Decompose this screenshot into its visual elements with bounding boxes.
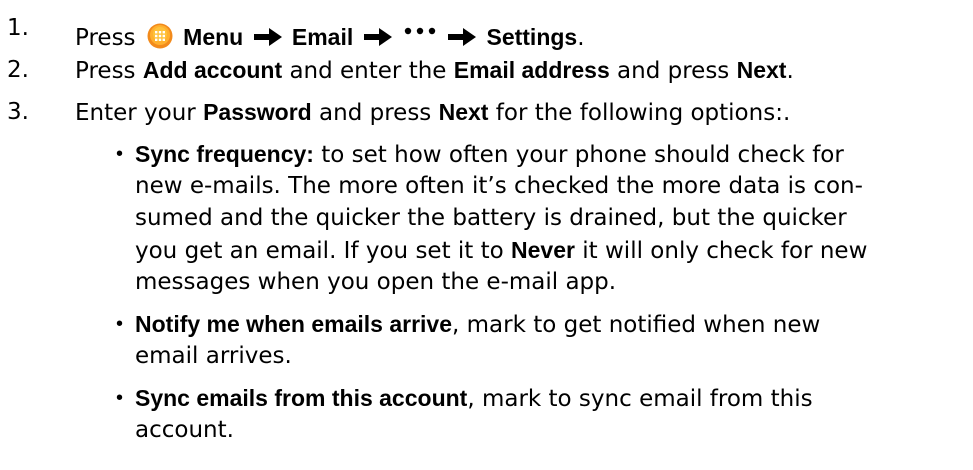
option-1-never: Never xyxy=(511,237,575,263)
step-2-add-account: Add account xyxy=(142,57,283,83)
right-arrow-icon xyxy=(447,25,477,57)
step-2-text: Press Add account and enter the Email ad… xyxy=(75,54,794,87)
option-1-title: Sync frequency: xyxy=(135,141,314,167)
step-1-settings-label: Settings xyxy=(486,24,578,50)
option-2-line-2: email arrives. xyxy=(135,343,292,369)
option-1-text: it will only check for new xyxy=(574,238,868,264)
step-3-password: Password xyxy=(203,99,312,125)
menu-grid-icon xyxy=(147,23,173,58)
option-3-line-2: account. xyxy=(135,417,234,443)
step-2-email-address: Email address xyxy=(453,57,610,83)
step-1-number: 1. xyxy=(7,15,29,41)
step-2-text-part: and press xyxy=(609,58,730,84)
option-1-bullet: • xyxy=(116,143,124,165)
step-3-text-part: Enter your xyxy=(75,100,196,126)
step-2-number: 2. xyxy=(7,57,29,83)
right-arrow-icon xyxy=(253,25,283,57)
right-arrow-icon xyxy=(363,25,393,57)
more-dots-icon xyxy=(404,12,436,44)
option-1-line-3: sumed and the quicker the battery is dra… xyxy=(135,205,847,231)
step-1-email-label: Email xyxy=(291,24,354,50)
option-1-text: to set how often your phone should check… xyxy=(313,142,844,168)
option-1-line-5: messages when you open the e-mail app. xyxy=(135,269,617,295)
option-2-title: Notify me when emails arrive xyxy=(135,311,453,337)
option-2-text: , mark to get notified when new xyxy=(452,312,821,338)
step-2-text-part: and enter the xyxy=(282,58,447,84)
step-2-next: Next xyxy=(736,57,787,83)
step-3-text: Enter your Password and press Next for t… xyxy=(75,96,790,129)
step-1-menu-label: Menu xyxy=(183,24,244,50)
option-1-line-4: you get an email. If you set it to Never… xyxy=(135,234,867,267)
instructions-document: 1. Press Menu Email Settings. 2. Press A… xyxy=(0,0,973,470)
option-3-line-1: Sync emails from this account, mark to s… xyxy=(135,382,813,415)
option-3-text: , mark to sync email from this xyxy=(467,386,813,412)
step-3-number: 3. xyxy=(7,99,29,125)
step-2-text-part: Press xyxy=(75,58,136,84)
option-1-line-1: Sync frequency: to set how often your ph… xyxy=(135,138,844,171)
option-3-bullet: • xyxy=(116,387,124,409)
step-1-press: Press xyxy=(75,25,136,51)
option-1-text: you get an email. If you set it to xyxy=(135,238,504,264)
step-1-text: Press Menu Email Settings. xyxy=(75,12,585,58)
option-2-line-1: Notify me when emails arrive, mark to ge… xyxy=(135,308,820,341)
step-3-next: Next xyxy=(438,99,489,125)
option-2-bullet: • xyxy=(116,313,124,335)
option-3-title: Sync emails from this account xyxy=(135,385,468,411)
step-3-text-part: for the following options:. xyxy=(488,100,791,126)
step-1-period: . xyxy=(577,25,585,51)
step-3-text-part: and press xyxy=(311,100,432,126)
step-2-text-part: . xyxy=(786,58,794,84)
option-1-line-2: new e-mails. The more often it’s checked… xyxy=(135,173,863,199)
